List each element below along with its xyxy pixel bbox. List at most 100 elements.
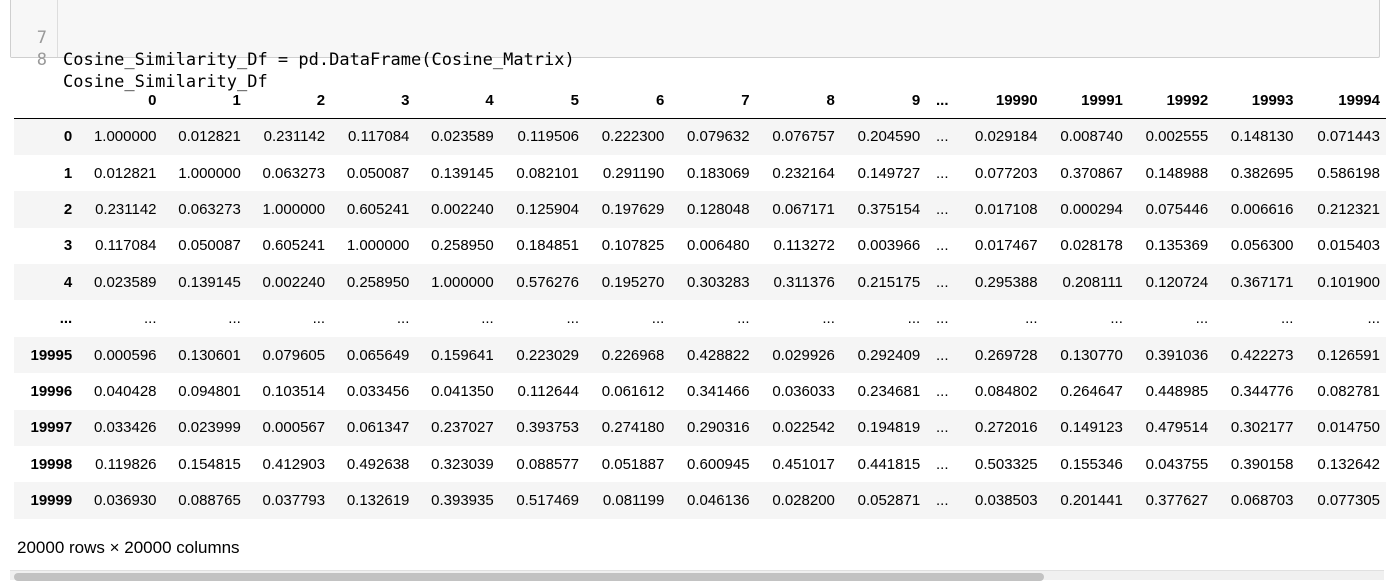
table-cell: 0.017108: [975, 200, 1038, 218]
table-cell: 0.012821: [178, 128, 241, 146]
table-cell: ...: [1367, 310, 1380, 328]
table-cell: 0.184851: [516, 237, 579, 255]
table-cell: 0.076757: [772, 128, 835, 146]
code-line-8[interactable]: 8 Cosine_Similarity_Df: [11, 27, 268, 92]
table-cell: 0.063273: [178, 200, 241, 218]
table-cell: 0.586198: [1317, 164, 1380, 182]
table-cell: 0.006480: [687, 237, 750, 255]
table-cell: 0.393935: [431, 492, 494, 510]
table-cell: 1.000000: [93, 128, 157, 146]
table-cell: 0.295388: [975, 273, 1038, 291]
table-cell: 0.002240: [431, 200, 494, 218]
table-cell: 0.451017: [772, 455, 835, 473]
table-cell: 0.375154: [857, 200, 921, 218]
table-cell: 0.428822: [687, 346, 750, 364]
table-cell: 0.014750: [1317, 419, 1380, 437]
table-cell: 0.077305: [1317, 492, 1380, 510]
table-cell: 0.183069: [687, 164, 750, 182]
table-cell: ...: [312, 310, 326, 328]
table-cell: 0.132642: [1317, 455, 1380, 473]
table-cell: 0.036033: [772, 382, 835, 400]
table-cell: 0.028200: [772, 492, 835, 510]
table-cell: 0.037793: [262, 492, 326, 510]
table-cell: 0.000596: [93, 346, 157, 364]
table-cell: 0.084802: [975, 382, 1038, 400]
code-line-7[interactable]: 7 Cosine_Similarity_Df = pd.DataFrame(Co…: [11, 5, 575, 70]
table-cell: 0.119506: [517, 128, 579, 146]
table-body: 0 1.000000 0.012821 0.231142 0.117084 0.02358…: [14, 118, 1386, 519]
table-cell: 0.036930: [93, 492, 157, 510]
table-cell: 0.303283: [687, 273, 750, 291]
table-cell: ...: [935, 310, 949, 328]
column-header: 19990: [958, 82, 1044, 119]
table-cell: 0.390158: [1230, 455, 1294, 473]
table-cell: ...: [144, 310, 157, 328]
table-cell: 0.139145: [178, 273, 241, 291]
table-cell: 0.382695: [1230, 164, 1294, 182]
table-cell: 0.149727: [857, 164, 921, 182]
dataframe-table: 0 1 2 3 4 5 6 7 8 9... 19990 19991 19992 19993 19994 0…: [14, 82, 1386, 519]
table-cell: 0.222300: [601, 128, 665, 146]
table-cell: 1.000000: [178, 164, 241, 182]
table-cell: 0.412903: [262, 455, 326, 473]
table-cell: 0.077203: [975, 164, 1038, 182]
table-cell: 0.292409: [857, 346, 921, 364]
table-cell: 0.269728: [975, 346, 1038, 364]
column-header: 6: [585, 82, 671, 119]
table-cell: 0.023589: [431, 128, 494, 146]
table-cell: 0.194819: [857, 419, 921, 437]
table-cell: 0.605241: [262, 237, 326, 255]
table-row: 0 1.000000 0.012821 0.231142 0.117084 0.02358…: [14, 118, 1386, 155]
column-header: 9: [840, 82, 927, 119]
table-cell: 0.576276: [516, 273, 579, 291]
table-cell: 0.208111: [1062, 273, 1123, 291]
table-cell: ...: [737, 310, 750, 328]
table-cell: 0.341466: [687, 382, 750, 400]
table-cell: ...: [566, 310, 579, 328]
column-header: 19994: [1299, 82, 1386, 119]
table-row: 1 0.012821 1.000000 0.063273 0.050087 0.13914…: [14, 155, 1386, 191]
table-cell: 0.051887: [601, 455, 665, 473]
table-cell: 0.422273: [1230, 346, 1294, 364]
table-row: 2 0.231142 0.063273 1.000000 0.605241 0.00224…: [14, 191, 1386, 228]
column-header: 0: [78, 82, 163, 119]
table-cell: 0.015403: [1317, 237, 1380, 255]
table-cell: 0.231142: [95, 200, 157, 218]
table-cell: ...: [935, 200, 949, 218]
table-cell: ...: [935, 128, 949, 146]
table-cell: 0.033456: [346, 382, 410, 400]
table-cell: 0.040428: [93, 382, 157, 400]
table-cell: 0.002240: [262, 273, 326, 291]
column-header: 4: [415, 82, 500, 119]
table-cell: 0.079605: [262, 346, 326, 364]
cell-output: 0 1 2 3 4 5 6 7 8 9... 19990 19991 19992 19993 19994 0…: [14, 82, 1386, 519]
table-cell: ...: [935, 237, 949, 255]
table-cell: 0.290316: [687, 419, 750, 437]
table-cell: 0.258950: [431, 237, 494, 255]
table-cell: 0.201441: [1060, 492, 1123, 510]
table-cell: ...: [935, 273, 949, 291]
table-cell: 0.130770: [1060, 346, 1123, 364]
table-cell: ...: [822, 310, 835, 328]
table-row: 19996 0.040428 0.094801 0.103514 0.033456 0.0…: [14, 373, 1386, 409]
code-text[interactable]: Cosine_Similarity_Df = pd.DataFrame(Cosi…: [63, 49, 575, 71]
table-cell: 0.033426: [93, 419, 157, 437]
table-cell: 0.119826: [95, 455, 157, 473]
table-cell: 0.038503: [975, 492, 1038, 510]
horizontal-scrollbar[interactable]: [10, 570, 1384, 581]
code-cell[interactable]: 7 Cosine_Similarity_Df = pd.DataFrame(Co…: [10, 0, 1380, 92]
table-row: 19999 0.036930 0.088765 0.037793 0.132619 0.3…: [14, 482, 1386, 519]
table-cell: 0.370867: [1060, 164, 1123, 182]
table-cell: ...: [1025, 310, 1038, 328]
table-cell: ...: [1110, 310, 1123, 328]
table-cell: 0.043755: [1145, 455, 1209, 473]
table-cell: 0.008740: [1060, 128, 1123, 146]
table-cell: 0.003966: [857, 237, 921, 255]
table-cell: ...: [228, 310, 241, 328]
table-cell: 0.226968: [601, 346, 665, 364]
table-cell: 0.050087: [178, 237, 241, 255]
table-cell: 0.302177: [1230, 419, 1294, 437]
table-cell: 0.441815: [857, 455, 921, 473]
table-cell: 0.082781: [1317, 382, 1380, 400]
table-cell: ...: [1195, 310, 1209, 328]
